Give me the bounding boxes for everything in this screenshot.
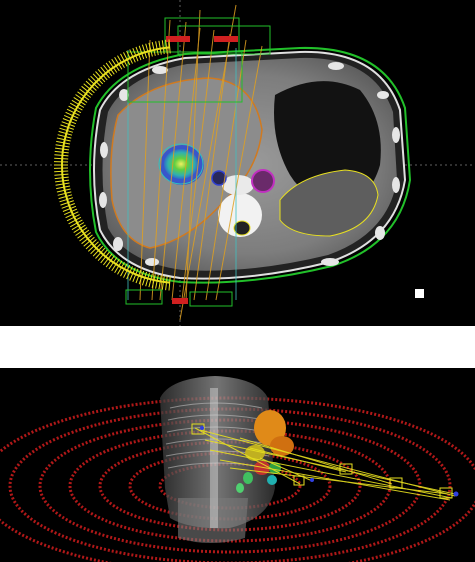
panel-separator [0,326,475,368]
axial-ct-canvas[interactable] [0,0,475,326]
render-3d-view[interactable] [0,368,475,562]
render-3d-canvas[interactable] [0,368,475,562]
arc-tick [90,243,101,255]
target-dose [158,143,204,185]
arc-tick [54,157,69,160]
arc-tick [54,170,69,173]
marker-square-icon [415,289,424,298]
axial-ct-view[interactable] [0,0,475,326]
vessel-magenta [251,169,275,193]
arc-tick [168,276,171,291]
arc-tick [90,75,101,87]
arc-tick [54,154,69,157]
arc-tick [54,173,69,176]
